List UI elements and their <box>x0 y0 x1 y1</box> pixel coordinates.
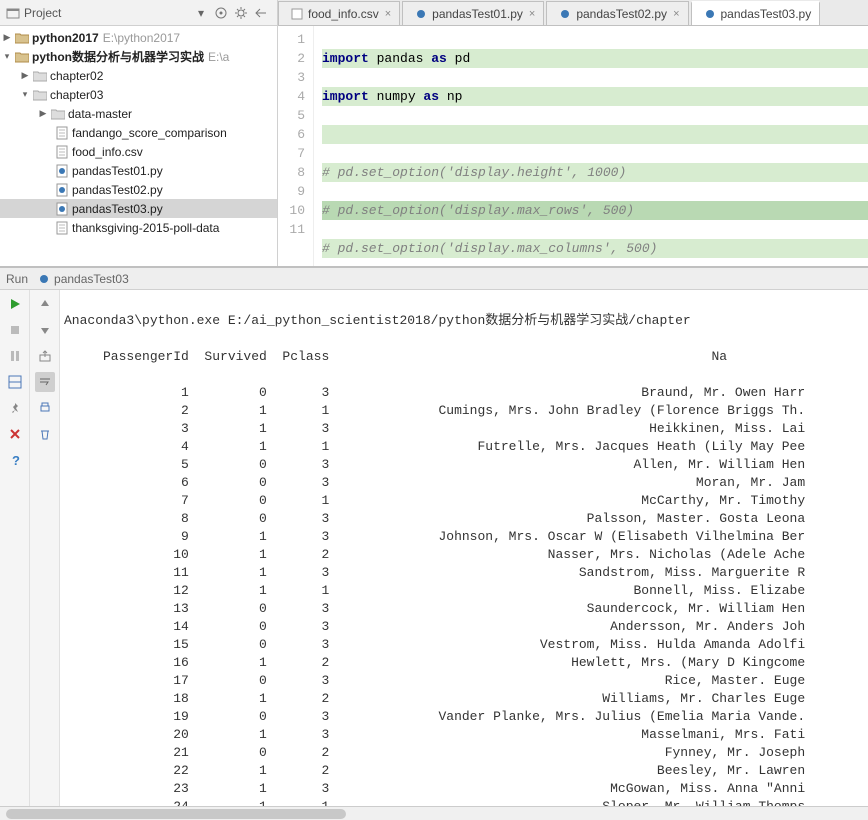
tree-file-pt02[interactable]: pandasTest02.py <box>0 180 277 199</box>
svg-text:?: ? <box>12 453 20 467</box>
tab-pandastest02[interactable]: pandasTest02.py × <box>546 1 688 25</box>
rerun-button[interactable] <box>5 294 25 314</box>
folder-icon <box>33 88 47 102</box>
tree-data-master[interactable]: ▶ data-master <box>0 104 277 123</box>
up-button[interactable] <box>35 294 55 314</box>
export-button[interactable] <box>35 346 55 366</box>
tree-chapter03[interactable]: ▾ chapter03 <box>0 85 277 104</box>
console-rows: 1 0 3 Braund, Mr. Owen Harr 2 1 1 Cuming… <box>64 384 868 820</box>
tree-file-thanks[interactable]: thanksgiving-2015-poll-data <box>0 218 277 237</box>
close-run-button[interactable] <box>5 424 25 444</box>
console-output[interactable]: Anaconda3\python.exe E:/ai_python_scient… <box>60 290 868 820</box>
python-file-icon <box>37 272 51 286</box>
stop-button[interactable] <box>5 320 25 340</box>
line-gutter: 1234567891011 <box>278 26 314 266</box>
tab-label: pandasTest01.py <box>432 7 523 21</box>
project-header: Project ▾ <box>0 0 277 26</box>
project-locate-icon[interactable] <box>211 3 231 23</box>
tree-root-pydata[interactable]: ▾ python数据分析与机器学习实战 E:\a <box>0 47 277 66</box>
csv-icon <box>290 7 304 21</box>
console-columns: PassengerId Survived Pclass Na <box>64 348 868 366</box>
pin-button[interactable] <box>5 398 25 418</box>
file-icon <box>55 126 69 140</box>
tree-file-food[interactable]: food_info.csv <box>0 142 277 161</box>
tree-file-fandango[interactable]: fandango_score_comparison <box>0 123 277 142</box>
code-content[interactable]: import pandas as pd import numpy as np #… <box>314 26 868 266</box>
close-icon[interactable]: × <box>529 8 535 20</box>
tab-pandastest03[interactable]: pandasTest03.py <box>691 1 821 25</box>
tree-file-pt03[interactable]: pandasTest03.py <box>0 199 277 218</box>
editor-area: food_info.csv × pandasTest01.py × pandas… <box>278 0 868 266</box>
run-header: Run pandasTest03 <box>0 268 868 290</box>
file-icon <box>55 221 69 235</box>
project-tree[interactable]: ▶ python2017 E:\python2017 ▾ python数据分析与… <box>0 26 277 266</box>
code-editor[interactable]: 1234567891011 import pandas as pd import… <box>278 26 868 266</box>
run-toolbar-right <box>30 290 60 820</box>
folder-icon <box>15 31 29 45</box>
python-file-icon <box>703 7 717 21</box>
editor-tabs: food_info.csv × pandasTest01.py × pandas… <box>278 0 868 26</box>
scrollbar-thumb[interactable] <box>6 809 346 819</box>
project-header-label: Project <box>24 6 191 20</box>
console-exec-line: Anaconda3\python.exe E:/ai_python_scient… <box>64 312 868 330</box>
tree-root-python2017[interactable]: ▶ python2017 E:\python2017 <box>0 28 277 47</box>
tab-label: pandasTest02.py <box>576 7 667 21</box>
run-header-label: Run <box>6 272 28 286</box>
python-file-icon <box>55 183 69 197</box>
layout-button[interactable] <box>5 372 25 392</box>
help-button[interactable]: ? <box>5 450 25 470</box>
run-panel: Run pandasTest03 ? <box>0 266 868 820</box>
trash-button[interactable] <box>35 424 55 444</box>
close-icon[interactable]: × <box>385 8 391 20</box>
tree-file-pt01[interactable]: pandasTest01.py <box>0 161 277 180</box>
folder-icon <box>51 107 65 121</box>
horizontal-scrollbar[interactable] <box>0 806 868 820</box>
python-file-icon <box>55 202 69 216</box>
tab-food-info[interactable]: food_info.csv × <box>278 1 400 25</box>
tab-pandastest01[interactable]: pandasTest01.py × <box>402 1 544 25</box>
tree-chapter02[interactable]: ▶ chapter02 <box>0 66 277 85</box>
project-dropdown-icon[interactable]: ▾ <box>191 3 211 23</box>
tab-label: food_info.csv <box>308 7 379 21</box>
pause-button[interactable] <box>5 346 25 366</box>
run-config-name: pandasTest03 <box>54 272 129 286</box>
project-icon <box>6 6 20 20</box>
project-collapse-icon[interactable] <box>251 3 271 23</box>
python-file-icon <box>55 164 69 178</box>
print-button[interactable] <box>35 398 55 418</box>
soft-wrap-button[interactable] <box>35 372 55 392</box>
project-panel: Project ▾ ▶ python2017 E:\python2017 ▾ <box>0 0 278 266</box>
tab-label: pandasTest03.py <box>721 7 812 21</box>
python-file-icon <box>414 7 428 21</box>
project-settings-icon[interactable] <box>231 3 251 23</box>
run-toolbar-left: ? <box>0 290 30 820</box>
down-button[interactable] <box>35 320 55 340</box>
close-icon[interactable]: × <box>673 8 679 20</box>
folder-icon <box>33 69 47 83</box>
csv-icon <box>55 145 69 159</box>
folder-icon <box>15 50 29 64</box>
python-file-icon <box>558 7 572 21</box>
